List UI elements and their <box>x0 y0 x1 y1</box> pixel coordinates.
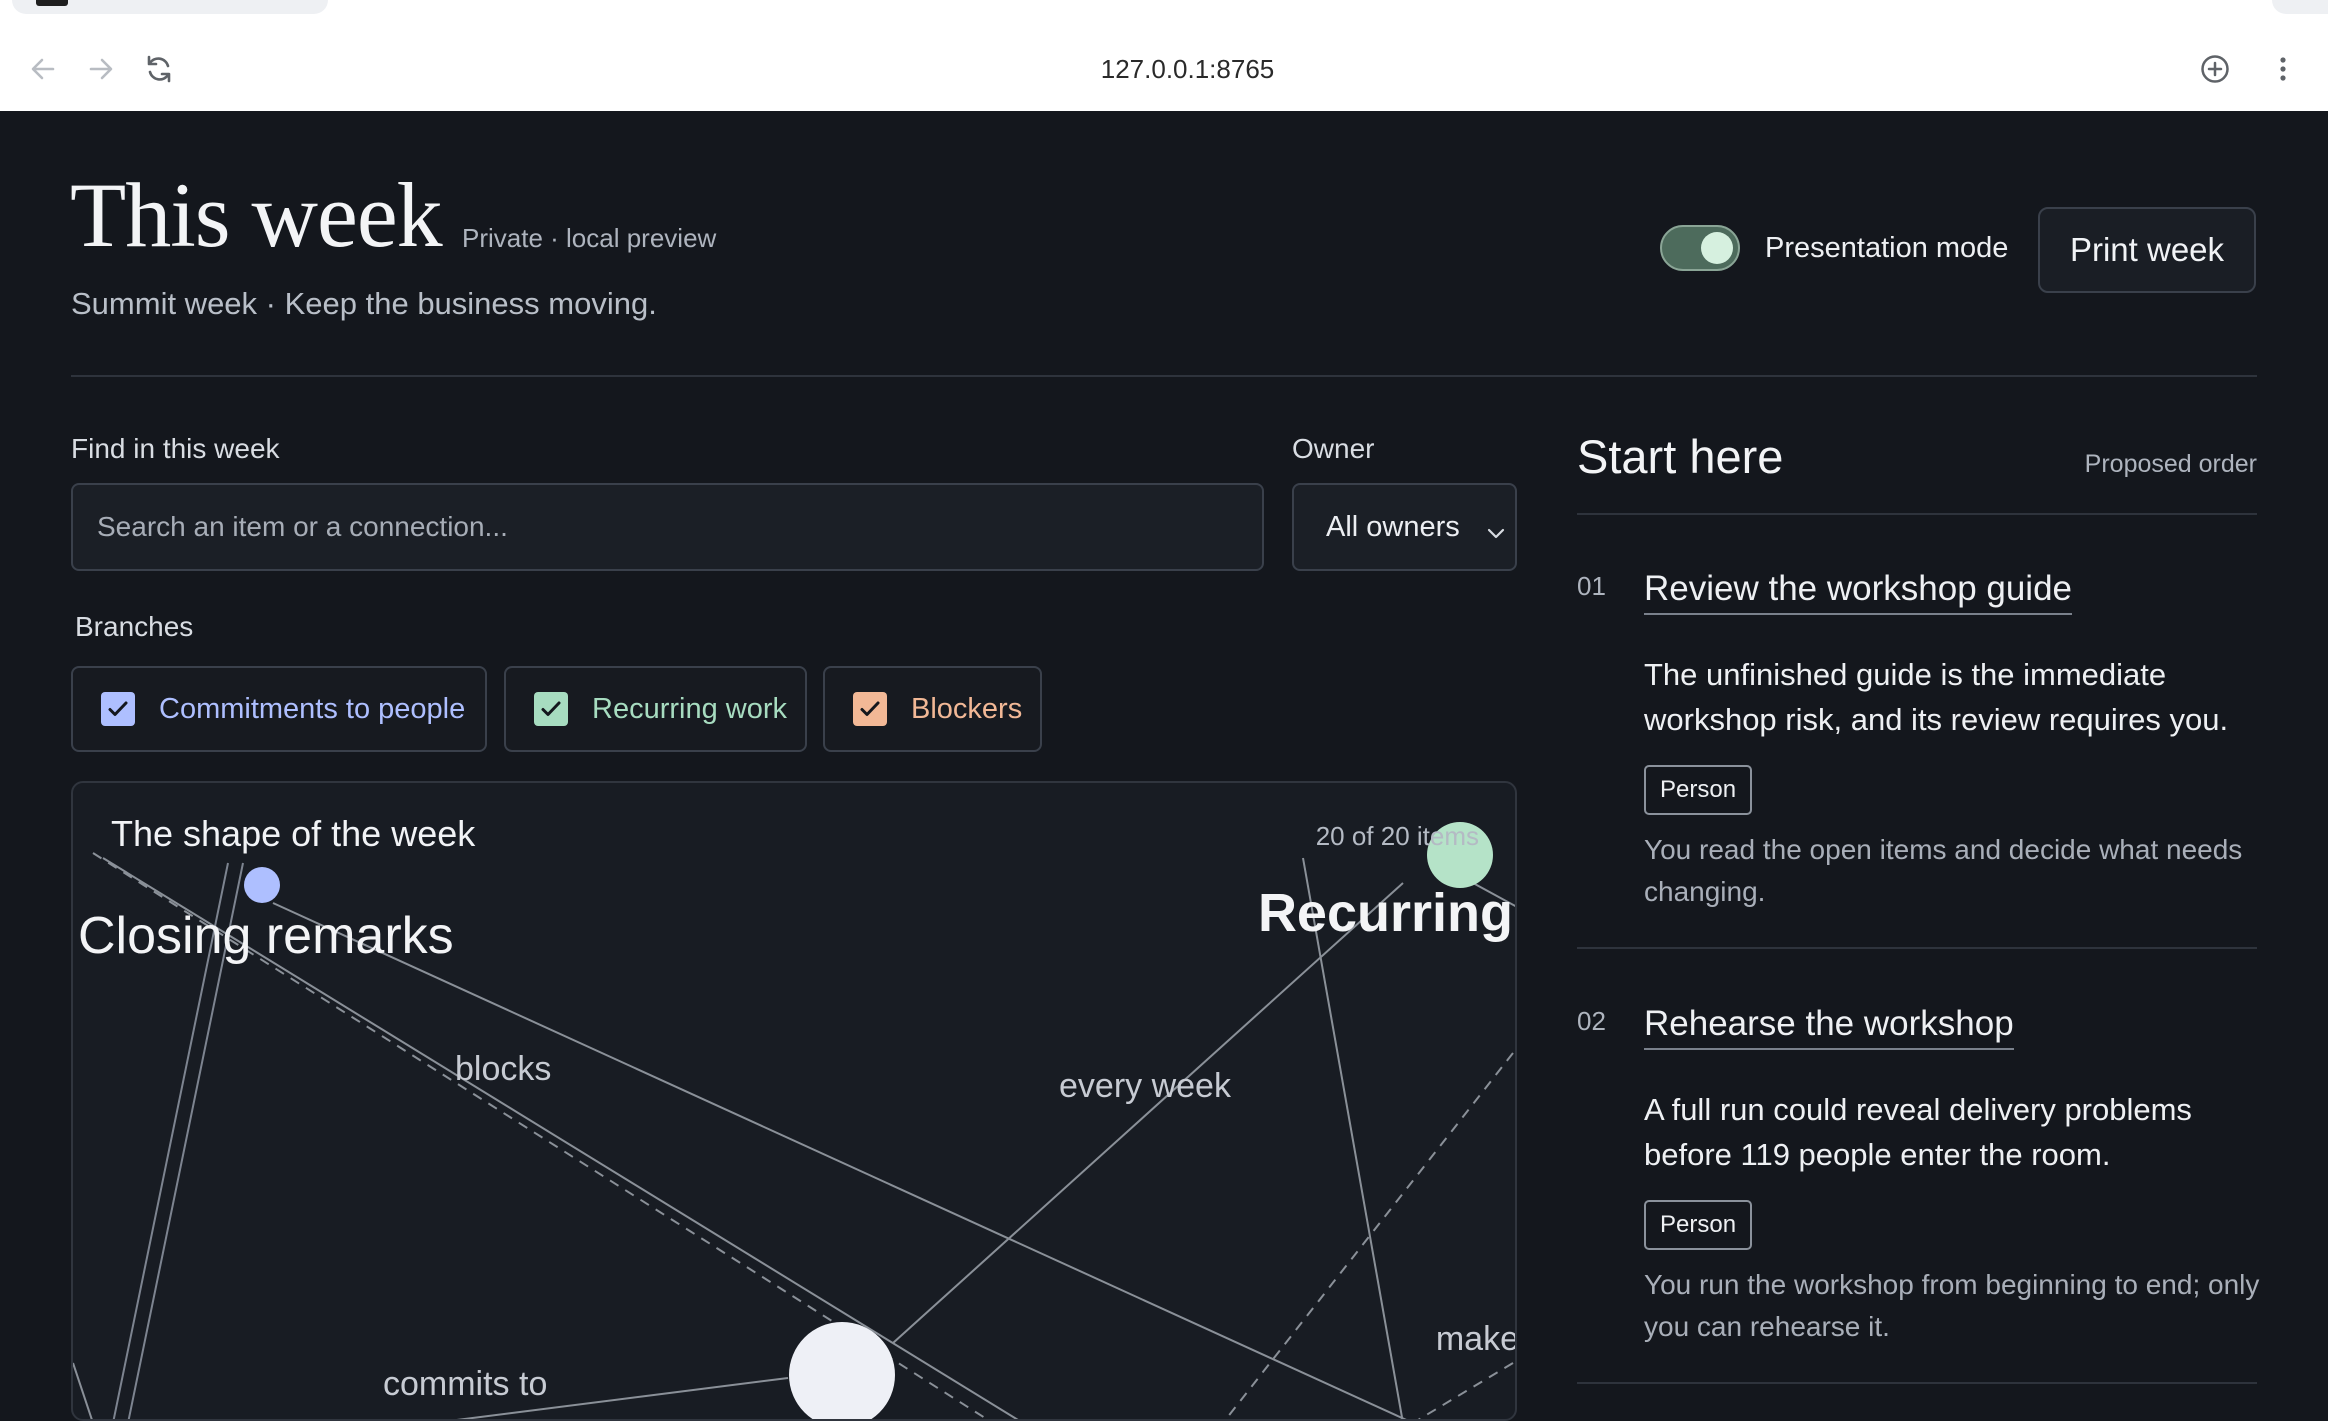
start-here-title: Start here <box>1577 430 1784 483</box>
label-recurring: Recurring <box>1258 883 1513 943</box>
edge-label-make: make <box>1436 1320 1517 1358</box>
edge-label-every-week: every week <box>1059 1067 1232 1105</box>
app-page: This week Private · local preview Summit… <box>0 111 2328 1421</box>
branch-label: Commitments to people <box>159 692 466 725</box>
browser-tab[interactable] <box>12 0 328 14</box>
item-number: 02 <box>1577 1006 1606 1036</box>
graph-title: The shape of the week <box>111 813 476 854</box>
visibility-note: Private · local preview <box>462 223 717 253</box>
item-body: A full run could reveal delivery problem… <box>1644 1092 2192 1172</box>
tab-favicon <box>36 0 68 6</box>
week-graph[interactable]: Closing remarks Recurring blocks every w… <box>73 783 1517 1421</box>
week-graph-panel: Closing remarks Recurring blocks every w… <box>71 781 1517 1421</box>
item-title-link[interactable]: Review the workshop guide <box>1644 569 2073 615</box>
add-to-page-icon[interactable] <box>2198 52 2232 86</box>
branch-recurring-work[interactable]: Recurring work <box>504 666 807 752</box>
kebab-menu-icon[interactable] <box>2266 52 2300 86</box>
item-body: The unfinished guide is the immediate wo… <box>1644 657 2229 737</box>
graph-edge <box>1224 1052 1514 1419</box>
owner-label: Owner <box>1292 433 1375 464</box>
chevron-down-icon <box>1487 515 1505 548</box>
edge-label-commits-to: commits to <box>383 1365 547 1403</box>
owner-select[interactable]: All owners <box>1292 483 1517 571</box>
presentation-mode-label: Presentation mode <box>1765 232 2009 264</box>
item-note: You read the open items and decide what … <box>1644 834 2243 907</box>
item-title-link[interactable]: Rehearse the workshop <box>1644 1004 2014 1050</box>
owner-tag: Person <box>1644 1200 1753 1250</box>
owner-select-value: All owners <box>1326 510 1460 543</box>
graph-item-count: 20 of 20 items <box>1315 821 1479 851</box>
page-subtitle: Summit week · Keep the business moving. <box>71 286 657 321</box>
checkbox-checked-icon[interactable] <box>853 692 887 726</box>
page-title: This week <box>70 164 443 266</box>
item-divider <box>1577 947 2257 949</box>
presentation-mode-toggle[interactable] <box>1660 225 1740 271</box>
node-workshop[interactable] <box>789 1322 895 1421</box>
search-input[interactable] <box>71 483 1264 571</box>
branch-label: Recurring work <box>592 692 787 725</box>
proposed-order-label: Proposed order <box>2084 450 2257 478</box>
graph-edge <box>1417 1362 1514 1419</box>
address-bar[interactable]: 127.0.0.1:8765 <box>0 54 2328 85</box>
browser-tab-edge <box>2272 0 2328 14</box>
branches-label: Branches <box>75 611 194 642</box>
branch-blockers[interactable]: Blockers <box>823 666 1042 752</box>
node-closing-remarks[interactable] <box>244 867 280 903</box>
print-week-button[interactable]: Print week <box>2038 207 2256 293</box>
branch-commitments-to-people[interactable]: Commitments to people <box>71 666 487 752</box>
header-divider <box>71 375 2257 377</box>
checkbox-checked-icon[interactable] <box>101 692 135 726</box>
item-divider <box>1577 1382 2257 1384</box>
label-closing-remarks: Closing remarks <box>78 907 454 965</box>
browser-chrome: 127.0.0.1:8765 <box>0 0 2328 111</box>
start-divider <box>1577 513 2257 515</box>
item-note: You run the workshop from beginning to e… <box>1644 1269 2260 1342</box>
edge-label-blocks: blocks <box>455 1050 551 1088</box>
checkbox-checked-icon[interactable] <box>534 692 568 726</box>
branch-label: Blockers <box>911 692 1023 725</box>
graph-edge <box>73 1362 93 1419</box>
toggle-knob <box>1701 232 1733 264</box>
owner-tag: Person <box>1644 765 1753 815</box>
graph-edge <box>892 882 1404 1344</box>
find-label: Find in this week <box>71 433 280 464</box>
item-number: 01 <box>1577 571 1606 601</box>
